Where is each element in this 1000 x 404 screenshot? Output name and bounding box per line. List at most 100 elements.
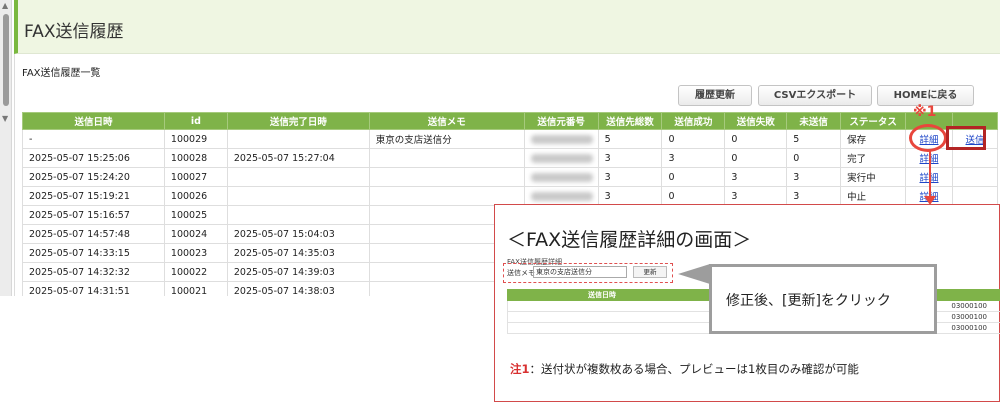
cell-source-number-redacted	[523, 148, 599, 168]
cell-completed-at: 2025-05-07 15:27:04	[226, 148, 370, 168]
cell-completed-at: 2025-05-07 15:04:03	[226, 224, 370, 244]
cell-sent-at: -	[22, 129, 165, 149]
cell-failed: 0	[724, 148, 788, 168]
cell-status: 実行中	[840, 167, 907, 187]
section-title: FAX送信履歴一覧	[22, 68, 101, 79]
cell-completed-at: 2025-05-07 14:38:03	[226, 281, 370, 296]
cell-sent-at: 2025-05-07 14:32:32	[22, 262, 165, 282]
cell-id: 100025	[163, 205, 228, 225]
cell-send	[952, 148, 998, 168]
annotation-send-highlight	[946, 126, 986, 150]
column-header[interactable]: 送信完了日時	[226, 112, 370, 130]
cell-id: 100024	[163, 224, 228, 244]
cell-completed-at: 2025-05-07 14:39:03	[226, 262, 370, 282]
cell-completed-at	[226, 205, 370, 225]
cell-success: 0	[661, 186, 726, 206]
cell-memo	[368, 186, 525, 206]
cell-send	[952, 167, 998, 187]
refresh-history-button[interactable]: 履歴更新	[678, 85, 752, 106]
cell-success: 0	[661, 167, 726, 187]
cell-sent-at: 2025-05-07 15:19:21	[22, 186, 165, 206]
table-header-row: 送信日時 id 送信完了日時 送信メモ 送信元番号 送信先総数 送信成功 送信失…	[22, 112, 998, 130]
cell-id: 100028	[163, 148, 228, 168]
annotation-circle	[909, 124, 947, 152]
column-header[interactable]: ステータス	[840, 112, 907, 130]
table-row: 2025-05-07 15:24:201000273033実行中詳細	[22, 167, 998, 187]
cell-id: 100027	[163, 167, 228, 187]
cell-unsent: 3	[786, 167, 842, 187]
table-row: 2025-05-07 15:19:211000263033中止詳細	[22, 186, 998, 206]
cell-status: 保存	[840, 129, 907, 149]
callout-text: 修正後、[更新]をクリック	[726, 293, 891, 309]
annotation-arrow-line	[929, 151, 931, 199]
annotation-mark: ※1	[913, 104, 937, 120]
scroll-down-icon[interactable]: ▼	[2, 115, 8, 123]
cell-dest-total: 3	[597, 167, 663, 187]
column-header[interactable]: 送信成功	[661, 112, 726, 130]
cell-id: 100023	[163, 243, 228, 263]
page-title: FAX送信履歴	[24, 22, 124, 42]
cell-id: 100026	[163, 186, 228, 206]
detail-title: ＜FAX送信履歴詳細の画面＞	[507, 229, 752, 251]
cell-unsent: 5	[786, 129, 842, 149]
cell-sent-at: 2025-05-07 14:31:51	[22, 281, 165, 296]
cell-source-number-redacted	[523, 186, 599, 206]
cell-sent-at: 2025-05-07 15:16:57	[22, 205, 165, 225]
cell-sent-at: 2025-05-07 14:33:15	[22, 243, 165, 263]
column-header[interactable]: 送信元番号	[523, 112, 599, 130]
callout-box: 修正後、[更新]をクリック	[709, 264, 937, 334]
column-header[interactable]: 送信失敗	[724, 112, 788, 130]
csv-export-button[interactable]: CSVエクスポート	[758, 85, 872, 106]
column-header[interactable]: id	[163, 112, 228, 130]
column-header[interactable]: 送信メモ	[368, 112, 525, 130]
detail-column-header: 送信日時	[588, 291, 616, 299]
cell-id: 100021	[163, 281, 228, 296]
home-button[interactable]: HOMEに戻る	[877, 85, 974, 106]
cell-sent-at: 2025-05-07 14:57:48	[22, 224, 165, 244]
cell-failed: 0	[724, 129, 788, 149]
footnote-text: ：送付状が複数枚ある場合、プレビューは1枚目のみ確認が可能	[529, 362, 859, 376]
cell-dest-total: 5	[597, 129, 663, 149]
cell-unsent: 3	[786, 186, 842, 206]
cell-id: 100022	[163, 262, 228, 282]
cell-memo	[368, 148, 525, 168]
column-header[interactable]: 未送信	[786, 112, 842, 130]
page-header: FAX送信履歴	[14, 0, 1000, 54]
cell-completed-at: 2025-05-07 14:35:03	[226, 243, 370, 263]
cell-completed-at	[226, 129, 370, 149]
cell-completed-at	[226, 167, 370, 187]
cell-success: 3	[661, 148, 726, 168]
redacted-mask	[530, 172, 593, 182]
cell-memo	[368, 167, 525, 187]
table-row: -100029 東京の支店送信分 5 0 0 5 保存 詳細 送信	[22, 129, 998, 149]
cell-dest-total: 3	[597, 186, 663, 206]
cell-dest-total: 3	[597, 148, 663, 168]
cell-source-number-redacted	[523, 167, 599, 187]
redacted-mask	[530, 191, 593, 201]
footnote-label: 注1	[510, 362, 530, 376]
cell-source-number-redacted	[523, 129, 599, 149]
cell-status: 中止	[840, 186, 907, 206]
cell-sent-at: 2025-05-07 15:24:20	[22, 167, 165, 187]
cell-unsent: 0	[786, 148, 842, 168]
cell-sent-at: 2025-05-07 15:25:06	[22, 148, 165, 168]
redacted-mask	[530, 153, 593, 163]
update-button[interactable]: 更新	[633, 266, 667, 278]
cell-status: 完了	[840, 148, 907, 168]
table-row: 2025-05-07 15:25:06 100028 2025-05-07 15:2…	[22, 148, 998, 168]
column-header[interactable]: 送信日時	[22, 112, 165, 130]
scrollbar-thumb[interactable]	[3, 14, 9, 106]
column-header[interactable]: 送信先総数	[597, 112, 663, 130]
cell-send	[952, 186, 998, 206]
cell-memo: 東京の支店送信分	[368, 129, 525, 149]
footnote: 注1：送付状が複数枚ある場合、プレビューは1枚目のみ確認が可能	[510, 361, 859, 377]
vertical-scrollbar[interactable]: ▲ ▼	[0, 0, 12, 296]
cell-completed-at	[226, 186, 370, 206]
memo-label: 送信メモ	[507, 269, 535, 277]
cell-success: 0	[661, 129, 726, 149]
callout-pointer	[678, 264, 710, 284]
memo-input[interactable]: 東京の支店送信分	[533, 266, 627, 278]
scroll-up-icon[interactable]: ▲	[2, 2, 8, 10]
cell-failed: 3	[724, 186, 788, 206]
redacted-mask	[530, 134, 593, 144]
